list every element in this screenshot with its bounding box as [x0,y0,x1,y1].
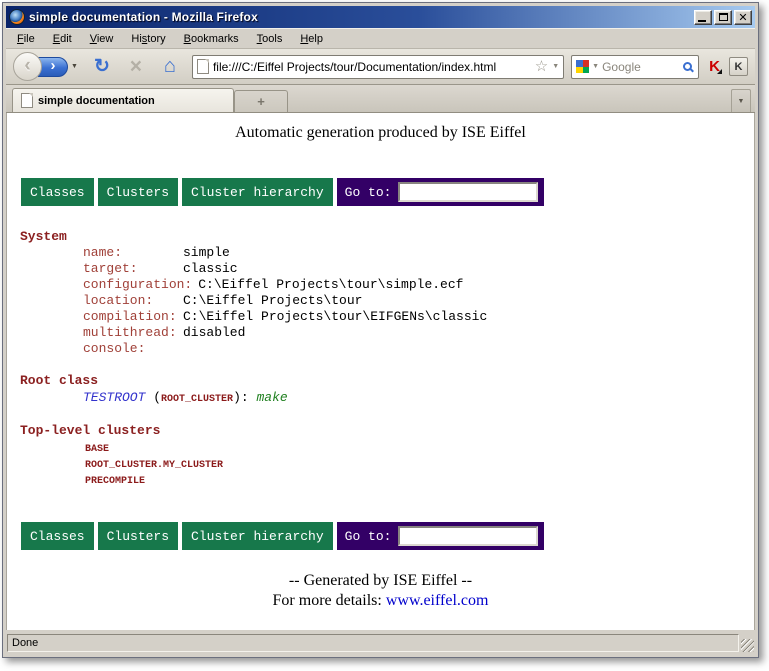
status-field: Done [7,634,739,652]
system-row-name: name:simple [83,245,746,261]
root-class-heading: Root class [20,372,746,389]
window-title: simple documentation - Mozilla Firefox [29,10,694,24]
back-arrow-icon: ‹ [24,56,30,75]
history-dropdown-icon[interactable]: ▼ [71,63,78,70]
kaspersky-toolbar-button[interactable]: K [729,57,748,76]
status-bar: Done [6,632,755,654]
doc-nav-bottom: Classes Clusters Cluster hierarchy Go to… [21,522,746,550]
tab-list-dropdown-button[interactable]: ▼ [731,89,751,112]
system-row-console: console: [83,341,746,357]
url-input[interactable] [213,60,531,74]
home-button[interactable]: ⌂ [158,54,182,80]
system-row-configuration: configuration:C:\Eiffel Projects\tour\si… [83,277,746,293]
more-details-line: For more details: www.eiffel.com [15,591,746,611]
search-input[interactable] [602,60,680,74]
cluster-hierarchy-button-bottom[interactable]: Cluster hierarchy [182,522,333,550]
url-bar[interactable]: ☆ ▼ [192,55,564,79]
tab-page-icon [21,93,33,108]
home-icon: ⌂ [164,55,176,78]
search-magnifier-icon[interactable] [683,62,692,71]
maximize-button[interactable] [714,10,732,25]
menu-bar: File Edit View History Bookmarks Tools H… [6,28,755,48]
system-rows: name:simple target:classic configuration… [83,245,746,357]
root-class-link[interactable]: TESTROOT [83,390,145,405]
new-tab-button[interactable]: + [234,90,288,112]
close-icon: ✕ [738,13,747,22]
menu-tools[interactable]: Tools [248,31,292,47]
doc-nav-top: Classes Clusters Cluster hierarchy Go to… [21,178,746,206]
new-tab-plus-icon: + [257,94,265,109]
goto-label-bottom: Go to: [345,529,392,544]
goto-label: Go to: [345,185,392,200]
make-feature-link[interactable]: make [256,390,287,405]
menu-help[interactable]: Help [291,31,332,47]
menu-file[interactable]: File [8,31,44,47]
minimize-button[interactable] [694,10,712,25]
cluster-hierarchy-button[interactable]: Cluster hierarchy [182,178,333,206]
goto-box: Go to: [337,178,545,206]
classes-button[interactable]: Classes [21,178,94,206]
eiffel-website-link[interactable]: www.eiffel.com [386,592,489,609]
goto-box-bottom: Go to: [337,522,545,550]
reload-icon: ↻ [94,55,110,78]
generated-by-text: -- Generated by ISE Eiffel -- [15,571,746,591]
menu-edit[interactable]: Edit [44,31,81,47]
menu-bookmarks[interactable]: Bookmarks [175,31,248,47]
system-row-target: target:classic [83,261,746,277]
window-controls: ✕ [694,10,752,25]
title-bar[interactable]: simple documentation - Mozilla Firefox ✕ [6,6,755,28]
clusters-button-bottom[interactable]: Clusters [98,522,178,550]
resize-grip[interactable] [741,639,754,652]
browser-window: simple documentation - Mozilla Firefox ✕… [2,2,759,658]
kaspersky-icon[interactable]: K [709,59,720,74]
cluster-list: BASE ROOT_CLUSTER.MY_CLUSTER PRECOMPILE [85,442,746,490]
goto-input-bottom[interactable] [398,526,538,546]
goto-input[interactable] [398,182,538,202]
doc-footer: -- Generated by ISE Eiffel -- For more d… [15,571,746,611]
search-box[interactable]: ▼ [571,55,699,79]
bookmark-star-icon[interactable]: ☆ [535,59,548,74]
minimize-icon [698,20,706,22]
stop-icon: × [130,55,142,79]
cluster-link-my-cluster[interactable]: ROOT_CLUSTER.MY_CLUSTER [85,458,746,474]
search-engine-dropdown-icon[interactable]: ▼ [592,63,599,70]
status-text: Done [12,637,38,649]
root-cluster-link[interactable]: ROOT_CLUSTER [161,394,233,405]
back-forward-group: ‹ › ▼ [13,52,78,81]
menu-view[interactable]: View [81,31,123,47]
page-icon [197,59,209,74]
forward-button[interactable]: › [38,57,68,77]
system-row-multithread: multithread:disabled [83,325,746,341]
forward-arrow-icon: › [51,58,56,73]
page-content: Automatic generation produced by ISE Eif… [6,113,755,630]
menu-history[interactable]: History [122,31,174,47]
firefox-icon [9,9,25,25]
system-row-location: location:C:\Eiffel Projects\tour [83,293,746,309]
clusters-button[interactable]: Clusters [98,178,178,206]
reload-button[interactable]: ↻ [90,54,114,80]
classes-button-bottom[interactable]: Classes [21,522,94,550]
maximize-icon [719,13,728,21]
back-button[interactable]: ‹ [13,52,42,81]
stop-button[interactable]: × [124,54,148,80]
close-button[interactable]: ✕ [734,10,752,25]
navigation-toolbar: ‹ › ▼ ↻ × ⌂ ☆ ▼ ▼ K K [6,48,755,85]
system-heading: System [20,228,746,245]
tab-label: simple documentation [38,95,155,107]
page-heading: Automatic generation produced by ISE Eif… [15,124,746,142]
system-row-compilation: compilation:C:\Eiffel Projects\tour\EIFG… [83,309,746,325]
url-dropdown-icon[interactable]: ▼ [552,63,559,70]
top-level-clusters-heading: Top-level clusters [20,422,746,439]
google-icon [576,60,589,73]
tab-simple-documentation[interactable]: simple documentation [12,88,234,112]
cluster-link-precompile[interactable]: PRECOMPILE [85,474,746,490]
cluster-link-base[interactable]: BASE [85,442,746,458]
tab-bar: simple documentation + ▼ [6,85,755,113]
root-class-line: TESTROOT (ROOT_CLUSTER): make [83,389,746,408]
